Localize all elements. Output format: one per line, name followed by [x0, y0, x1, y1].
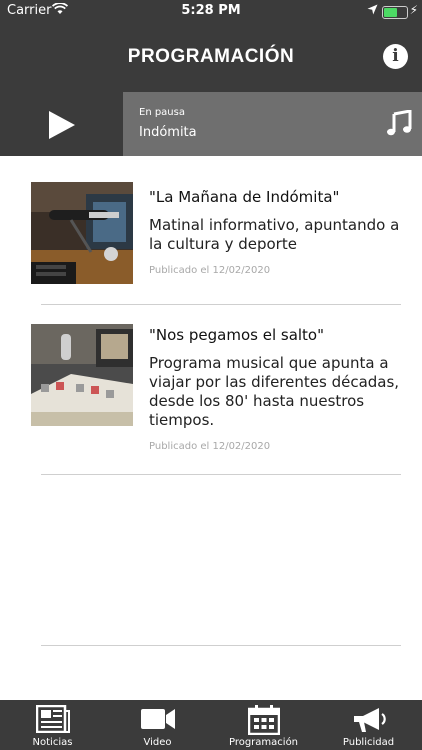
player-state: En pausa: [139, 107, 185, 118]
nav-header: PROGRAMACIÓN i: [0, 22, 422, 92]
battery-icon: [382, 6, 408, 19]
info-button[interactable]: i: [383, 44, 408, 69]
tab-programacion[interactable]: Programación: [211, 700, 316, 750]
info-icon: i: [392, 46, 399, 66]
play-icon: [49, 111, 75, 139]
tab-bar: Noticias Video Programación Publicidad: [0, 700, 422, 750]
location-arrow-icon: [367, 4, 378, 19]
charging-bolt-icon: ⚡: [409, 3, 418, 17]
program-thumbnail: [31, 324, 133, 426]
tab-noticias[interactable]: Noticias: [0, 700, 105, 750]
tab-label: Programación: [228, 737, 299, 748]
program-title: "Nos pegamos el salto": [149, 326, 325, 344]
megaphone-icon: [353, 708, 386, 732]
battery-level: [384, 8, 397, 17]
music-note-icon: [386, 109, 412, 140]
station-name: Indómita: [139, 125, 197, 140]
play-button[interactable]: [0, 92, 123, 156]
program-date: Publicado el 12/02/2020: [149, 265, 271, 276]
divider: [41, 645, 401, 646]
program-thumbnail: [31, 182, 133, 284]
program-item[interactable]: "La Mañana de Indómita" Matinal informat…: [0, 156, 422, 306]
tab-label: Video: [143, 737, 172, 748]
program-item[interactable]: "Nos pegamos el salto" Programa musical …: [0, 306, 422, 474]
program-title: "La Mañana de Indómita": [149, 188, 340, 206]
audio-player: En pausa Indómita: [0, 92, 422, 156]
clock: 5:28 PM: [181, 3, 241, 18]
tab-video[interactable]: Video: [105, 700, 210, 750]
video-camera-icon: [140, 709, 175, 729]
tab-label: Publicidad: [342, 737, 395, 748]
program-date: Publicado el 12/02/2020: [149, 441, 271, 452]
calendar-icon: [247, 705, 280, 735]
divider: [41, 474, 401, 475]
program-description: Programa musical que apunta a viajar por…: [149, 354, 400, 429]
newspaper-icon: [35, 705, 70, 733]
page-title: PROGRAMACIÓN: [127, 46, 295, 67]
divider: [41, 304, 401, 305]
tab-publicidad[interactable]: Publicidad: [316, 700, 421, 750]
status-bar: Carrier 5:28 PM ⚡: [0, 0, 422, 22]
program-description: Matinal informativo, apuntando a la cult…: [149, 216, 400, 253]
tab-label: Noticias: [32, 737, 73, 748]
